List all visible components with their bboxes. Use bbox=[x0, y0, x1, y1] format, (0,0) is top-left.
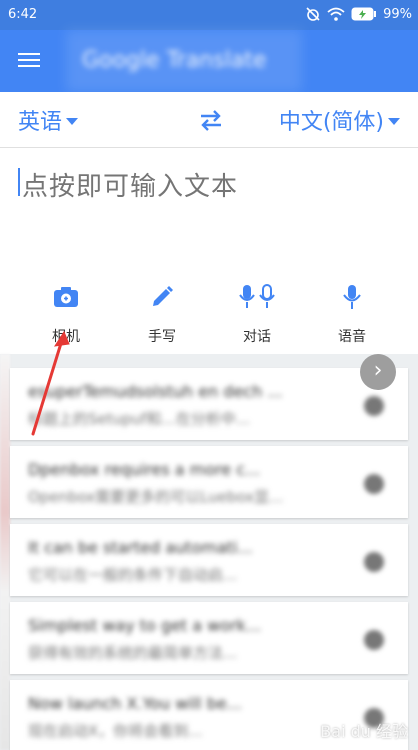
watermark-url: jingyan.baidu.com bbox=[322, 740, 406, 750]
watermark-brand: Bai du 经验 bbox=[320, 722, 408, 741]
annotation-arrow-icon bbox=[31, 330, 70, 436]
